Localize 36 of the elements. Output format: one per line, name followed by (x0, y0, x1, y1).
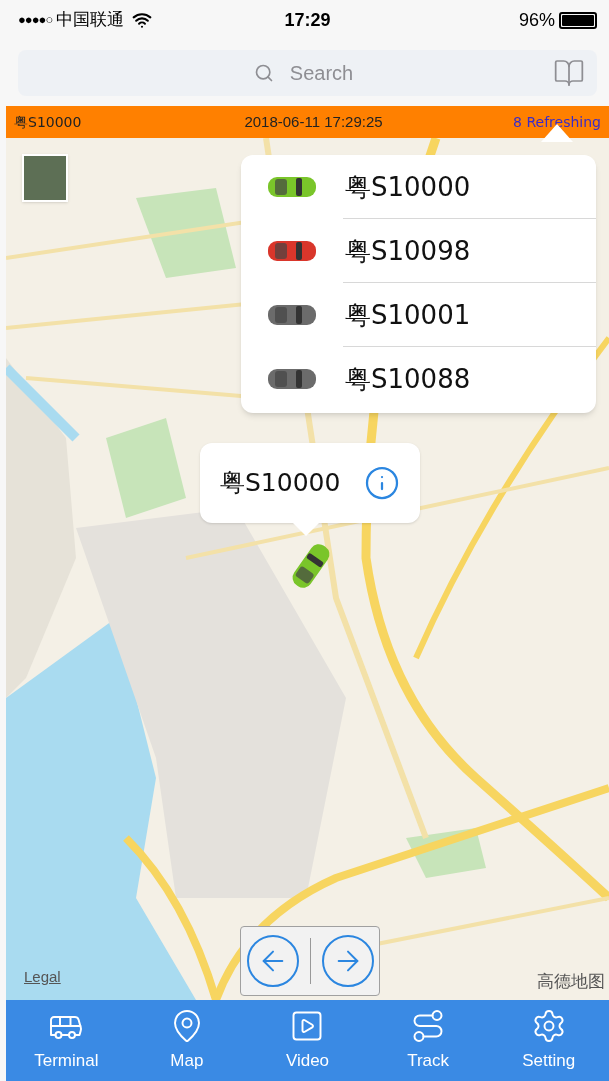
tab-item[interactable]: Map (126, 1000, 248, 1081)
legal-link[interactable]: Legal (24, 965, 61, 988)
clock-time: 17:29 (284, 8, 331, 32)
battery-percent: 96% (518, 8, 555, 32)
vehicle-list-item[interactable]: 粤S10000 (241, 155, 596, 219)
book-icon[interactable] (553, 57, 585, 89)
vehicle-list-item[interactable]: 粤S10088 (241, 347, 596, 411)
tab-item[interactable]: Track (367, 1000, 489, 1081)
plate-number: 粤S10000 (345, 170, 471, 204)
search-icon (254, 63, 274, 83)
battery-icon (559, 11, 597, 29)
info-icon[interactable] (364, 465, 400, 501)
car-icon (267, 302, 317, 328)
signal-strength: ●●●●○ (18, 11, 53, 30)
satellite-thumbnail[interactable] (22, 154, 68, 202)
tab-item[interactable]: Terminal (6, 1000, 127, 1081)
plate-number: 粤S10098 (345, 234, 471, 268)
timestamp: 2018-06-11 17:29:25 (244, 111, 383, 132)
search-field[interactable]: Search (18, 50, 597, 96)
refresh-countdown[interactable]: 8 Refreshing (513, 111, 601, 133)
car-icon (267, 366, 317, 392)
tab-item[interactable]: Video (247, 1000, 368, 1081)
plate-number: 粤S10000 (220, 467, 341, 500)
plate-number: 粤S10088 (345, 362, 471, 396)
tab-item[interactable]: Setting (488, 1000, 609, 1081)
carrier-name: 中国联通 (56, 8, 125, 32)
vehicle-list-item[interactable]: 粤S10001 (241, 283, 596, 347)
plate-number: 粤S10000 (14, 112, 82, 132)
wifi-icon (132, 10, 153, 30)
vehicle-list-item[interactable]: 粤S10098 (241, 219, 596, 283)
next-button[interactable] (321, 935, 374, 987)
map-provider-label: 高德地图 (537, 969, 605, 993)
previous-button[interactable] (246, 935, 299, 987)
plate-number: 粤S10001 (345, 298, 471, 332)
car-icon (267, 174, 317, 200)
car-icon (267, 238, 317, 264)
